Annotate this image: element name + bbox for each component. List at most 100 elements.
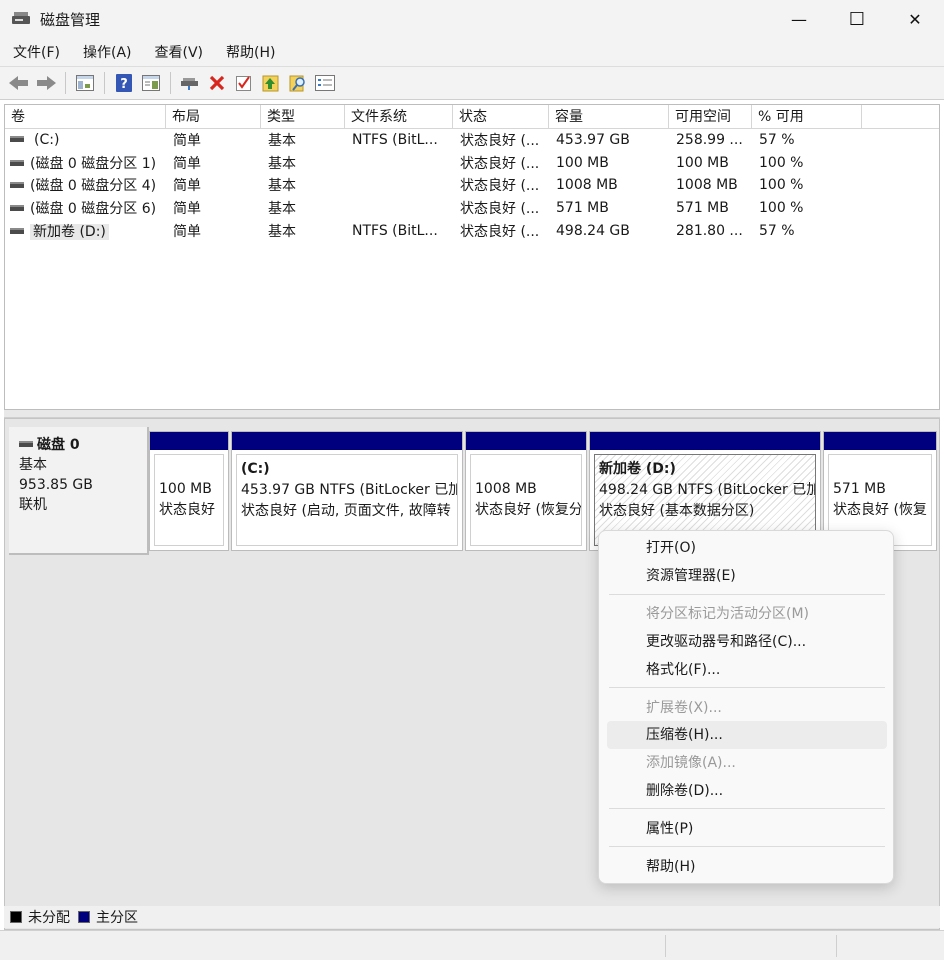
- partition-status: 状态良好 (恢复: [833, 502, 927, 518]
- unallocated-swatch: [10, 911, 22, 923]
- minimize-button[interactable]: —: [770, 0, 828, 38]
- menu-explorer[interactable]: 资源管理器(E): [607, 562, 887, 590]
- col-type[interactable]: 类型: [261, 105, 345, 128]
- volume-layout: 简单: [173, 155, 201, 172]
- volume-free-space: 1008 MB: [676, 177, 738, 194]
- menu-file[interactable]: 文件(F): [0, 42, 70, 62]
- partition-size: 453.97 GB NTFS (BitLocker 已加: [241, 482, 458, 498]
- volume-percent-free: 100 %: [759, 177, 804, 194]
- check-icon[interactable]: [233, 72, 255, 94]
- window-title: 磁盘管理: [40, 10, 101, 29]
- partition-size: 571 MB: [833, 481, 886, 497]
- menu-add-mirror[interactable]: 添加镜像(A)...: [607, 749, 887, 777]
- back-arrow-icon[interactable]: [8, 72, 30, 94]
- col-free-space[interactable]: 可用空间: [669, 105, 752, 128]
- volume-name: 新加卷 (D:): [30, 223, 109, 240]
- search-icon[interactable]: [287, 72, 309, 94]
- volume-row[interactable]: (磁盘 0 磁盘分区 1) 简单 基本 状态良好 (... 100 MB 100…: [5, 152, 939, 175]
- volume-percent-free: 100 %: [759, 200, 804, 217]
- menu-view[interactable]: 查看(V): [142, 42, 214, 62]
- menu-properties[interactable]: 属性(P): [607, 815, 887, 843]
- maximize-button[interactable]: ☐: [828, 0, 886, 38]
- volume-free-space: 100 MB: [676, 154, 729, 171]
- volume-type: 基本: [268, 133, 296, 150]
- volume-layout: 简单: [173, 223, 201, 240]
- menu-open[interactable]: 打开(O): [607, 534, 887, 562]
- col-percent-free[interactable]: % 可用: [752, 105, 862, 128]
- menu-change-drive-letter[interactable]: 更改驱动器号和路径(C)...: [607, 628, 887, 656]
- volume-type: 基本: [268, 178, 296, 195]
- menu-separator: [609, 687, 885, 688]
- volume-type: 基本: [268, 155, 296, 172]
- col-volume[interactable]: 卷: [5, 105, 166, 128]
- col-capacity[interactable]: 容量: [549, 105, 669, 128]
- col-status[interactable]: 状态: [453, 105, 549, 128]
- menu-help[interactable]: 帮助(H): [213, 42, 285, 62]
- toolbar-separator: [65, 72, 66, 94]
- import-icon[interactable]: [260, 72, 282, 94]
- console-tree-icon[interactable]: [74, 72, 96, 94]
- volume-row-selected[interactable]: 新加卷 (D:) 简单 基本 NTFS (BitL... 状态良好 (... 4…: [5, 219, 939, 242]
- partition-bar: [150, 432, 228, 450]
- volume-icon: [10, 182, 24, 189]
- help-icon[interactable]: ?: [113, 72, 135, 94]
- volume-free-space: 258.99 ...: [676, 132, 743, 149]
- disk-info[interactable]: 磁盘 0 基本 953.85 GB 联机: [9, 427, 149, 555]
- svg-text:?: ?: [120, 77, 128, 92]
- volume-name: (C:): [34, 132, 60, 149]
- volume-row[interactable]: (磁盘 0 磁盘分区 4) 简单 基本 状态良好 (... 1008 MB 10…: [5, 174, 939, 197]
- volume-free-space: 571 MB: [676, 200, 729, 217]
- disk-icon: [19, 441, 33, 447]
- list-icon[interactable]: [314, 72, 336, 94]
- menu-shrink-volume[interactable]: 压缩卷(H)...: [607, 721, 887, 749]
- volume-row[interactable]: (磁盘 0 磁盘分区 6) 简单 基本 状态良好 (... 571 MB 571…: [5, 197, 939, 220]
- menu-extend-volume[interactable]: 扩展卷(X)...: [607, 694, 887, 722]
- maximize-icon: ☐: [848, 8, 866, 30]
- volume-status: 状态良好 (...: [460, 155, 540, 172]
- disk-size: 953.85 GB: [19, 477, 93, 493]
- close-icon: ✕: [908, 9, 922, 29]
- menu-bar: 文件(F) 操作(A) 查看(V) 帮助(H): [0, 38, 944, 66]
- col-filesystem[interactable]: 文件系统: [345, 105, 453, 128]
- col-layout[interactable]: 布局: [166, 105, 261, 128]
- volume-icon: [10, 136, 24, 143]
- volume-layout: 简单: [173, 133, 201, 150]
- volume-row[interactable]: (C:) 简单 基本 NTFS (BitL... 状态良好 (... 453.9…: [5, 129, 939, 152]
- volume-percent-free: 57 %: [759, 132, 795, 149]
- volume-icon: [10, 227, 24, 234]
- disk-status: 联机: [19, 497, 47, 513]
- close-button[interactable]: ✕: [886, 0, 944, 38]
- menu-mark-active[interactable]: 将分区标记为活动分区(M): [607, 600, 887, 628]
- partition-4[interactable]: 1008 MB 状态良好 (恢复分: [465, 431, 587, 551]
- disk-management-icon: [12, 11, 30, 27]
- properties-icon[interactable]: [140, 72, 162, 94]
- partition-name: 新加卷 (D:): [599, 461, 676, 477]
- partition-status: 状态良好 (启动, 页面文件, 故障转: [241, 503, 451, 519]
- primary-partition-swatch: [78, 911, 90, 923]
- partition-1[interactable]: 100 MB 状态良好: [149, 431, 229, 551]
- legend-unallocated: 未分配: [28, 910, 70, 926]
- volume-layout: 简单: [173, 178, 201, 195]
- menu-action[interactable]: 操作(A): [70, 42, 142, 62]
- menu-format[interactable]: 格式化(F)...: [607, 656, 887, 684]
- volume-capacity: 498.24 GB: [556, 222, 630, 239]
- volume-type: 基本: [268, 201, 296, 218]
- status-divider: [665, 935, 666, 957]
- status-bar: [0, 930, 944, 960]
- col-empty: [862, 105, 939, 128]
- partition-status: 状态良好 (基本数据分区): [599, 503, 755, 519]
- volume-name: (磁盘 0 磁盘分区 1): [30, 155, 157, 172]
- partition-status: 状态良好: [159, 502, 215, 518]
- context-menu: 打开(O) 资源管理器(E) 将分区标记为活动分区(M) 更改驱动器号和路径(C…: [598, 530, 894, 884]
- volume-capacity: 571 MB: [556, 200, 609, 217]
- connect-disk-icon[interactable]: [179, 72, 201, 94]
- toolbar-separator: [170, 72, 171, 94]
- volume-type: 基本: [268, 223, 296, 240]
- menu-delete-volume[interactable]: 删除卷(D)...: [607, 777, 887, 805]
- partition-c[interactable]: (C:) 453.97 GB NTFS (BitLocker 已加 状态良好 (…: [231, 431, 463, 551]
- delete-icon[interactable]: [206, 72, 228, 94]
- menu-help[interactable]: 帮助(H): [607, 853, 887, 881]
- volume-list: 卷 布局 类型 文件系统 状态 容量 可用空间 % 可用 (C:) 简单 基本 …: [4, 104, 940, 410]
- forward-arrow-icon[interactable]: [35, 72, 57, 94]
- pane-splitter[interactable]: [4, 410, 940, 418]
